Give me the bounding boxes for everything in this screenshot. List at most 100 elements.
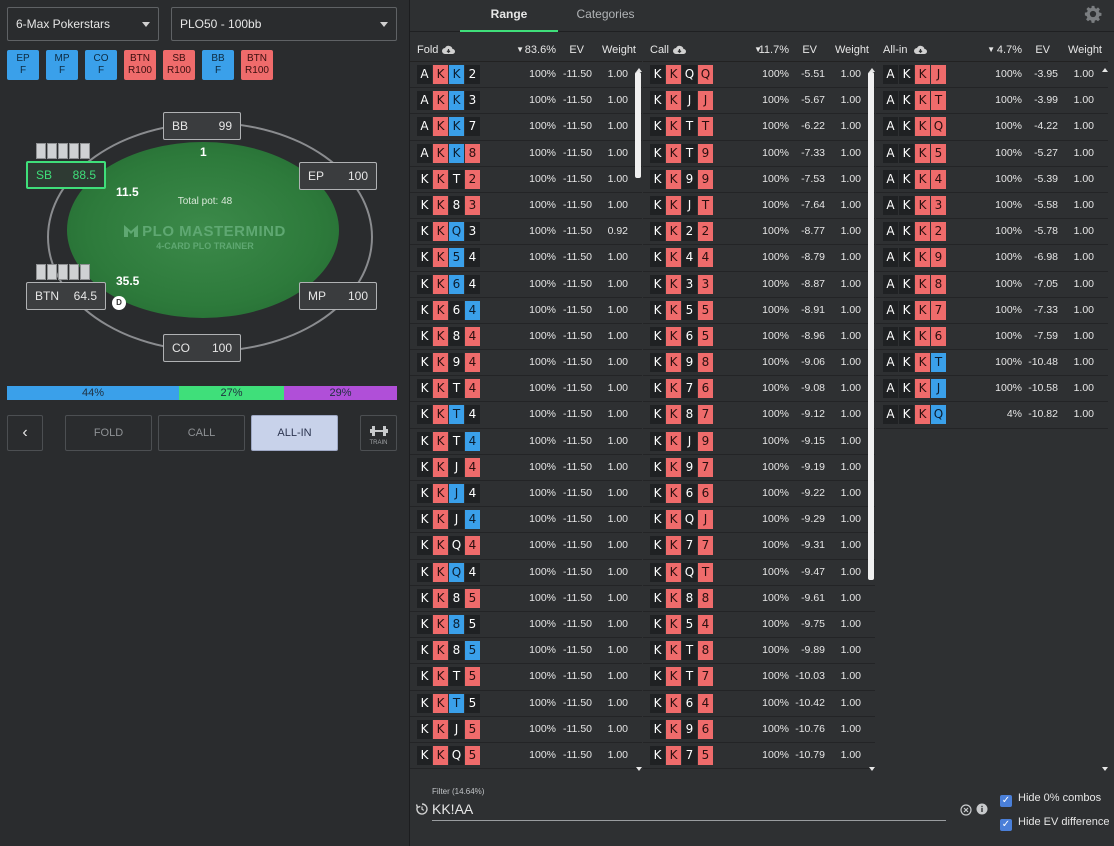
back-button[interactable]: ‹ xyxy=(7,415,43,451)
hand-row[interactable]: K K 5 4 100% -11.50 1.00 xyxy=(410,245,642,272)
sort-down-icon[interactable]: ▼ xyxy=(987,38,995,62)
train-button[interactable]: TRAIN xyxy=(360,415,397,451)
hand-row[interactable]: K K 9 9 100% -7.53 1.00 xyxy=(643,167,875,193)
hand-row[interactable]: K K J T 100% -7.64 1.00 xyxy=(643,193,875,220)
column-frequency[interactable]: 11.7% xyxy=(759,38,789,62)
hand-row[interactable]: K K 6 5 100% -8.96 1.00 xyxy=(643,324,875,351)
hand-row[interactable]: K K 9 6 100% -10.76 1.00 xyxy=(643,717,875,743)
history-icon[interactable] xyxy=(416,803,428,815)
position-badge[interactable]: BB F xyxy=(202,50,234,80)
column-title[interactable]: Call xyxy=(650,38,669,62)
hand-row[interactable]: K K 8 7 100% -9.12 1.00 xyxy=(643,402,875,429)
hand-row[interactable]: K K T 7 100% -10.03 1.00 xyxy=(643,664,875,691)
seat-mp[interactable]: MP 100 xyxy=(299,282,377,310)
call-scrollbar[interactable] xyxy=(868,72,874,580)
position-badge[interactable]: CO F xyxy=(85,50,117,80)
hand-row[interactable]: K K 2 2 100% -8.77 1.00 xyxy=(643,219,875,246)
hand-row[interactable]: K K 7 6 100% -9.08 1.00 xyxy=(643,376,875,403)
hand-row[interactable]: K K 5 5 100% -8.91 1.00 xyxy=(643,298,875,324)
position-badge[interactable]: BTN R100 xyxy=(241,50,273,80)
ev-header[interactable]: EV xyxy=(1035,38,1050,62)
hand-row[interactable]: K K T 5 100% -11.50 1.00 xyxy=(410,664,642,691)
hand-row[interactable]: K K 8 5 100% -11.50 1.00 xyxy=(410,586,642,612)
hand-row[interactable]: K K 9 4 100% -11.50 1.00 xyxy=(410,350,642,377)
hand-row[interactable]: A K K 8 100% -7.05 1.00 xyxy=(876,272,1108,298)
clear-icon[interactable] xyxy=(960,804,972,816)
fold-scrollbar[interactable] xyxy=(635,72,641,178)
hand-row[interactable]: K K 5 4 100% -9.75 1.00 xyxy=(643,612,875,639)
scroll-up-arrow[interactable] xyxy=(1102,68,1108,72)
ev-header[interactable]: EV xyxy=(569,38,584,62)
scroll-down-arrow[interactable] xyxy=(636,767,642,771)
column-title[interactable]: All-in xyxy=(883,38,907,62)
hand-row[interactable]: K K 7 7 100% -9.31 1.00 xyxy=(643,533,875,560)
hand-row[interactable]: K K 6 6 100% -9.22 1.00 xyxy=(643,481,875,508)
hand-row[interactable]: A K K 2 100% -5.78 1.00 xyxy=(876,219,1108,246)
hand-row[interactable]: K K J 9 100% -9.15 1.00 xyxy=(643,429,875,455)
seat-ep[interactable]: EP 100 xyxy=(299,162,377,190)
hand-row[interactable]: A K K 9 100% -6.98 1.00 xyxy=(876,245,1108,272)
hand-row[interactable]: K K Q 5 100% -11.50 1.00 xyxy=(410,743,642,770)
seat-sb[interactable]: SB 88.5 xyxy=(26,161,106,189)
weight-header[interactable]: Weight xyxy=(835,38,869,62)
hand-row[interactable]: A K K 6 100% -7.59 1.00 xyxy=(876,324,1108,351)
hand-row[interactable]: K K T 4 100% -11.50 1.00 xyxy=(410,376,642,403)
gear-icon[interactable] xyxy=(1084,5,1102,23)
scroll-down-arrow[interactable] xyxy=(1102,767,1108,771)
hand-row[interactable]: K K 6 4 100% -11.50 1.00 xyxy=(410,272,642,298)
hand-row[interactable]: K K T 5 100% -11.50 1.00 xyxy=(410,691,642,717)
hand-row[interactable]: K K 9 7 100% -9.19 1.00 xyxy=(643,455,875,481)
hand-row[interactable]: K K 8 5 100% -11.50 1.00 xyxy=(410,638,642,665)
seat-bb[interactable]: BB 99 xyxy=(163,112,241,140)
hand-row[interactable]: K K Q T 100% -9.47 1.00 xyxy=(643,560,875,586)
hand-row[interactable]: K K 8 5 100% -11.50 1.00 xyxy=(410,612,642,639)
filter-input[interactable] xyxy=(432,797,946,821)
hand-row[interactable]: A K K 8 100% -11.50 1.00 xyxy=(410,141,642,167)
hand-row[interactable]: K K 6 4 100% -11.50 1.00 xyxy=(410,298,642,324)
position-badge[interactable]: SB R100 xyxy=(163,50,195,80)
fold-button[interactable]: FOLD xyxy=(65,415,152,451)
hand-row[interactable]: A K K 7 100% -11.50 1.00 xyxy=(410,114,642,141)
scroll-up-arrow[interactable] xyxy=(869,68,875,72)
hand-row[interactable]: A K K 3 100% -11.50 1.00 xyxy=(410,88,642,115)
hand-row[interactable]: K K J 4 100% -11.50 1.00 xyxy=(410,507,642,534)
weight-header[interactable]: Weight xyxy=(1068,38,1102,62)
cloud-download-icon[interactable] xyxy=(673,45,686,55)
hand-row[interactable]: A K K Q 4% -10.82 1.00 xyxy=(876,402,1108,429)
hide-ev-checkbox[interactable]: ✓ Hide EV difference xyxy=(1000,816,1110,831)
hand-row[interactable]: A K K 2 100% -11.50 1.00 xyxy=(410,62,642,89)
hand-row[interactable]: K K Q 4 100% -11.50 1.00 xyxy=(410,560,642,586)
hand-row[interactable]: K K Q J 100% -9.29 1.00 xyxy=(643,507,875,534)
hand-row[interactable]: A K K 4 100% -5.39 1.00 xyxy=(876,167,1108,193)
hand-row[interactable]: K K T T 100% -6.22 1.00 xyxy=(643,114,875,141)
hand-row[interactable]: K K T 9 100% -7.33 1.00 xyxy=(643,141,875,167)
hand-row[interactable]: K K Q 3 100% -11.50 0.92 xyxy=(410,219,642,246)
hand-row[interactable]: K K T 4 100% -11.50 1.00 xyxy=(410,402,642,429)
hand-row[interactable]: A K K 7 100% -7.33 1.00 xyxy=(876,298,1108,324)
seat-btn[interactable]: BTN 64.5 xyxy=(26,282,106,310)
column-frequency[interactable]: 83.6% xyxy=(525,38,556,62)
hand-row[interactable]: K K 7 5 100% -10.79 1.00 xyxy=(643,743,875,770)
hand-row[interactable]: A K K J 100% -10.58 1.00 xyxy=(876,376,1108,403)
hand-row[interactable]: K K 8 3 100% -11.50 1.00 xyxy=(410,193,642,220)
hand-row[interactable]: K K 8 8 100% -9.61 1.00 xyxy=(643,586,875,612)
hand-row[interactable]: K K J 4 100% -11.50 1.00 xyxy=(410,455,642,481)
game-select[interactable]: PLO50 - 100bb xyxy=(171,7,397,41)
scroll-up-arrow[interactable] xyxy=(636,68,642,72)
sort-down-icon[interactable]: ▼ xyxy=(516,38,524,62)
scroll-down-arrow[interactable] xyxy=(869,767,875,771)
hand-row[interactable]: K K 8 4 100% -11.50 1.00 xyxy=(410,324,642,351)
hand-row[interactable]: K K 6 4 100% -10.42 1.00 xyxy=(643,691,875,717)
hand-row[interactable]: K K 4 4 100% -8.79 1.00 xyxy=(643,245,875,272)
hand-row[interactable]: K K T 2 100% -11.50 1.00 xyxy=(410,167,642,193)
position-badge[interactable]: MP F xyxy=(46,50,78,80)
hand-row[interactable]: K K 3 3 100% -8.87 1.00 xyxy=(643,272,875,298)
tab-range[interactable]: Range xyxy=(460,0,558,32)
column-title[interactable]: Fold xyxy=(417,38,438,62)
seat-co[interactable]: CO 100 xyxy=(163,334,241,362)
hand-row[interactable]: A K K 5 100% -5.27 1.00 xyxy=(876,141,1108,167)
site-select[interactable]: 6-Max Pokerstars xyxy=(7,7,159,41)
position-badge[interactable]: BTN R100 xyxy=(124,50,156,80)
position-badge[interactable]: EP F xyxy=(7,50,39,80)
hand-row[interactable]: K K J 5 100% -11.50 1.00 xyxy=(410,717,642,743)
